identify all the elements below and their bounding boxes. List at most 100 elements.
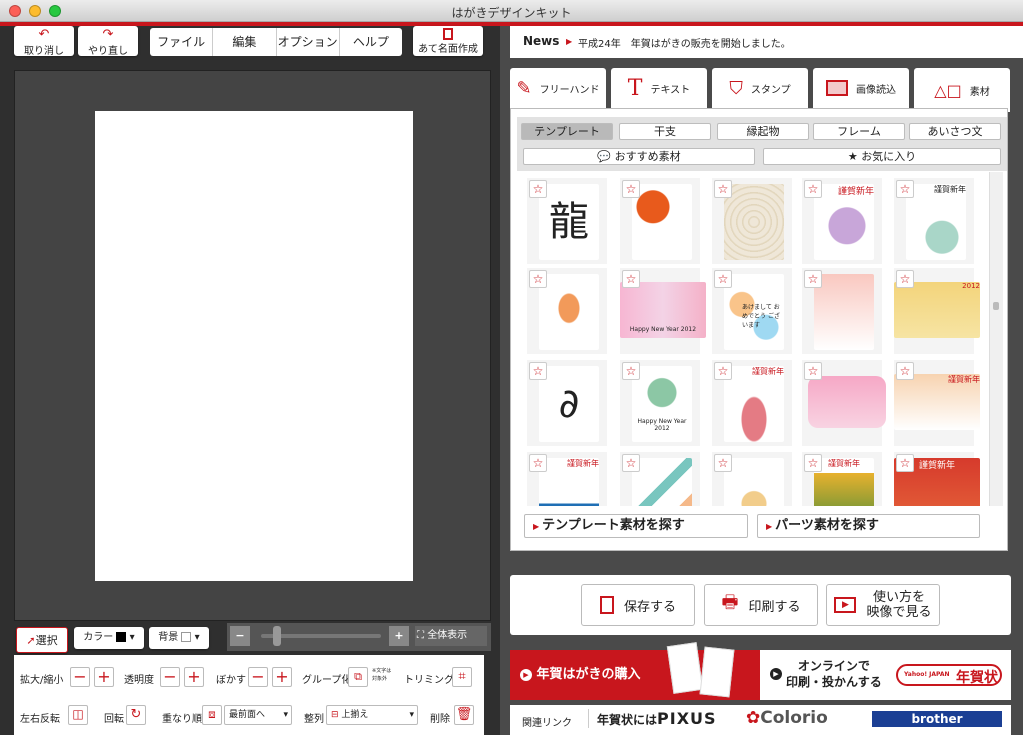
scale-up-button[interactable]: +: [94, 667, 114, 687]
menu-options[interactable]: オプション: [277, 28, 340, 56]
order-select[interactable]: 最前面へ ▾: [224, 705, 292, 725]
favorite-star-icon[interactable]: ☆: [714, 270, 732, 288]
menu-file[interactable]: ファイル: [150, 28, 214, 56]
category-engimono[interactable]: 縁起物: [717, 123, 809, 140]
template-thumbnail[interactable]: ☆: [712, 178, 792, 264]
tab-text[interactable]: T テキスト: [611, 68, 707, 108]
category-bar: テンプレート 干支 縁起物 フレーム あいさつ文 💬 おすすめ素材 ★ お気に入…: [517, 117, 1007, 171]
undo-icon: ↶: [38, 27, 50, 42]
category-template[interactable]: テンプレート: [521, 123, 613, 140]
template-thumbnail[interactable]: 謹賀新年 ☆: [894, 178, 974, 264]
favorite-star-icon[interactable]: ☆: [714, 454, 732, 472]
favorite-star-icon[interactable]: ☆: [622, 362, 640, 380]
template-thumbnail[interactable]: 謹賀新年 ☆: [894, 360, 980, 446]
favorite-star-icon[interactable]: ☆: [714, 362, 732, 380]
template-thumbnail[interactable]: 謹賀新年 ☆: [802, 178, 882, 264]
tab-stamp[interactable]: ⛉ スタンプ: [712, 68, 808, 108]
yahoo-nengajo-link[interactable]: ▶ オンラインで 印刷・投かんする Yahoo! JAPAN 年賀状: [760, 650, 1011, 700]
template-thumbnail[interactable]: 謹賀新年 ☆: [527, 452, 607, 506]
favorite-star-icon[interactable]: ☆: [529, 454, 547, 472]
favorite-star-icon[interactable]: ☆: [622, 270, 640, 288]
template-thumbnail[interactable]: ☆: [712, 452, 792, 506]
redo-button[interactable]: ↷ やり直し: [78, 26, 138, 57]
related-links: 関連リンク 年賀状にはPIXUS ✿Colorio brother: [510, 705, 1011, 735]
news-text[interactable]: 平成24年 年賀はがきの販売を開始しました。: [578, 35, 791, 50]
colorio-link[interactable]: ✿Colorio: [746, 708, 828, 728]
zoom-in-button[interactable]: +: [389, 626, 409, 646]
news-bar: News ▶ 平成24年 年賀はがきの販売を開始しました。: [510, 26, 1023, 58]
favorite-star-icon[interactable]: ☆: [622, 454, 640, 472]
favorite-star-icon[interactable]: ☆: [896, 180, 914, 198]
rotate-button[interactable]: ↻: [126, 705, 146, 725]
blur-up-button[interactable]: +: [272, 667, 292, 687]
template-thumbnail[interactable]: あけまして おめでとう ございます ☆: [712, 268, 792, 354]
template-thumbnail[interactable]: ☆: [620, 178, 700, 264]
group-button[interactable]: ⧉: [348, 667, 368, 687]
tab-materials[interactable]: △□ 素材: [914, 68, 1010, 112]
opacity-down-button[interactable]: −: [160, 667, 180, 687]
favorite-star-icon[interactable]: ☆: [896, 362, 914, 380]
template-thumbnail[interactable]: ☆: [802, 268, 882, 354]
blur-down-button[interactable]: −: [248, 667, 268, 687]
background-label: 背景: [158, 632, 179, 643]
find-parts-button[interactable]: ▶ パーツ素材を探す: [757, 514, 980, 538]
template-thumbnail[interactable]: Happy New Year 2012 ☆: [620, 360, 700, 446]
filter-favorites[interactable]: ★ お気に入り: [763, 148, 1001, 165]
category-eto[interactable]: 干支: [619, 123, 711, 140]
template-thumbnail[interactable]: Happy New Year 2012 ☆: [620, 268, 706, 354]
zoom-out-button[interactable]: −: [230, 626, 250, 646]
scrollbar-thumb[interactable]: [993, 302, 999, 310]
favorite-star-icon[interactable]: ☆: [804, 180, 822, 198]
zoom-slider-handle[interactable]: [273, 626, 281, 646]
tab-freehand[interactable]: ✎ フリーハンド: [510, 68, 606, 108]
favorite-star-icon[interactable]: ☆: [804, 270, 822, 288]
find-template-button[interactable]: ▶ テンプレート素材を探す: [524, 514, 748, 538]
category-greeting[interactable]: あいさつ文: [909, 123, 1001, 140]
color-label: カラー: [83, 632, 114, 643]
background-picker[interactable]: 背景 ▾: [149, 627, 209, 649]
filter-recommended[interactable]: 💬 おすすめ素材: [523, 148, 755, 165]
menu-edit[interactable]: 編集: [213, 28, 277, 56]
template-thumbnail[interactable]: 龍 ☆: [527, 178, 607, 264]
template-thumbnail[interactable]: 謹賀新年 ☆: [802, 452, 882, 506]
template-thumbnail[interactable]: ☆: [802, 360, 886, 446]
watch-video-button[interactable]: ▶ 使い方を 映像で見る: [826, 584, 940, 626]
trash-icon[interactable]: 🗑: [454, 705, 474, 725]
postcard-canvas[interactable]: [95, 111, 413, 581]
save-button[interactable]: 保存する: [581, 584, 695, 626]
align-select[interactable]: ⊟ 上揃え ▾: [326, 705, 418, 725]
favorite-star-icon[interactable]: ☆: [622, 180, 640, 198]
favorite-star-icon[interactable]: ☆: [896, 270, 914, 288]
color-picker[interactable]: カラー ▾: [74, 627, 144, 649]
scale-down-button[interactable]: −: [70, 667, 90, 687]
opacity-up-button[interactable]: +: [184, 667, 204, 687]
pixus-link[interactable]: 年賀状にはPIXUS: [588, 709, 717, 728]
favorite-star-icon[interactable]: ☆: [714, 180, 732, 198]
document-icon: [599, 596, 614, 614]
edit-controls: 拡大/縮小 − + 透明度 − + ぼかす − + グループ化 ⧉ ※文字は 対象…: [14, 655, 484, 735]
undo-button[interactable]: ↶ 取り消し: [14, 26, 74, 57]
print-button[interactable]: 🖶 印刷する: [704, 584, 818, 626]
template-thumbnail[interactable]: 謹賀新年 ☆: [894, 452, 980, 506]
address-side-button[interactable]: あて名面作成: [413, 26, 483, 56]
favorite-star-icon[interactable]: ☆: [529, 180, 547, 198]
template-thumbnail[interactable]: 謹賀新年 ☆: [712, 360, 792, 446]
template-thumbnail[interactable]: 2012 ☆: [894, 268, 980, 354]
flip-button[interactable]: ◫: [68, 705, 88, 725]
template-thumbnail[interactable]: ∂ ☆: [527, 360, 607, 446]
template-thumbnail[interactable]: ☆: [527, 268, 607, 354]
favorite-star-icon[interactable]: ☆: [804, 362, 822, 380]
trim-button[interactable]: ⌗: [452, 667, 472, 687]
fit-view-button[interactable]: ⛶ 全体表示: [415, 626, 487, 646]
category-frame[interactable]: フレーム: [813, 123, 905, 140]
favorite-star-icon[interactable]: ☆: [896, 454, 914, 472]
favorite-star-icon[interactable]: ☆: [804, 454, 822, 472]
grid-scrollbar[interactable]: [989, 172, 1003, 506]
template-thumbnail[interactable]: ☆: [620, 452, 700, 506]
select-tool-button[interactable]: ➚選択: [16, 627, 68, 653]
favorite-star-icon[interactable]: ☆: [529, 270, 547, 288]
tab-image-import[interactable]: 画像読込: [813, 68, 909, 108]
favorite-star-icon[interactable]: ☆: [529, 362, 547, 380]
menu-help[interactable]: ヘルプ: [340, 28, 402, 56]
brother-link[interactable]: brother: [872, 711, 1002, 727]
